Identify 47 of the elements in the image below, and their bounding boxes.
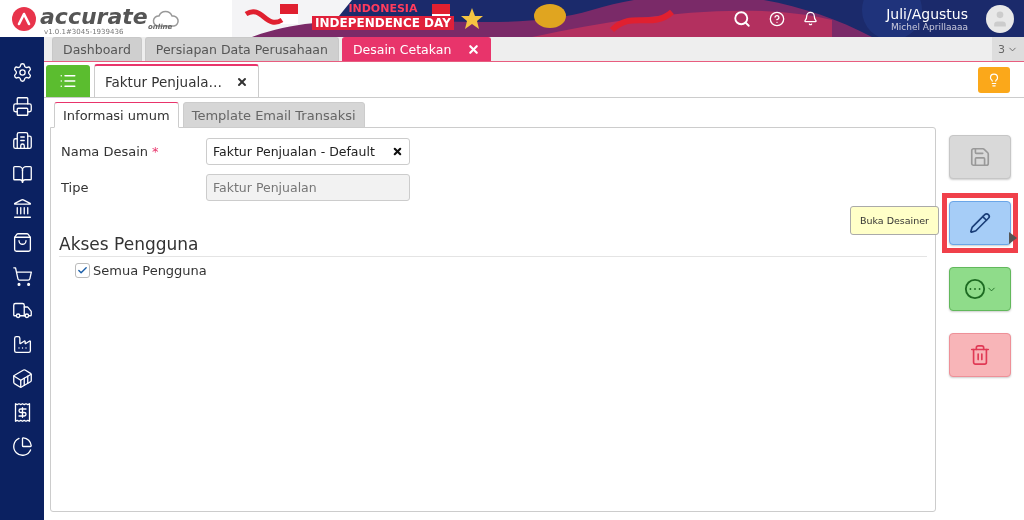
tab-count-button[interactable]: 3 xyxy=(992,37,1024,61)
pencil-icon xyxy=(969,212,991,234)
banner-title: INDEPENDENCE DAY xyxy=(312,16,454,30)
bag-icon[interactable] xyxy=(11,232,33,253)
more-icon xyxy=(963,278,986,300)
book-icon[interactable] xyxy=(11,164,33,185)
banner-title: INDONESIA xyxy=(347,2,419,16)
period-label[interactable]: Juli/Agustus xyxy=(886,5,968,22)
clear-button[interactable] xyxy=(392,145,403,157)
page-tab[interactable]: Dashboard xyxy=(52,37,142,61)
check-icon xyxy=(77,265,88,276)
form-tab[interactable]: Template Email Transaksi xyxy=(182,102,365,128)
user-name: Michel Aprillaaaa xyxy=(891,21,968,32)
trash-icon xyxy=(969,344,991,366)
page-tab[interactable]: Desain Cetakan xyxy=(341,37,492,61)
printer-icon[interactable] xyxy=(11,96,33,117)
notification-button[interactable] xyxy=(803,11,819,26)
lightbulb-icon xyxy=(987,72,1001,87)
tooltip: Buka Desainer xyxy=(849,206,939,235)
search-button[interactable] xyxy=(733,9,752,28)
container-icon[interactable] xyxy=(11,368,33,389)
close-icon[interactable] xyxy=(235,75,248,88)
cart-icon[interactable] xyxy=(11,266,33,287)
cursor-icon xyxy=(1009,232,1017,244)
delete-button[interactable] xyxy=(949,333,1011,377)
field-label: Nama Desain xyxy=(60,143,149,159)
page-tab[interactable]: Persiapan Data Perusahaan xyxy=(144,37,339,61)
help-button[interactable] xyxy=(769,10,786,27)
factory-icon[interactable] xyxy=(11,334,33,355)
truck-icon[interactable] xyxy=(11,300,33,321)
list-icon xyxy=(59,72,77,90)
field-label: Tipe xyxy=(60,179,89,195)
checkbox-label[interactable]: Semua Pengguna xyxy=(93,263,207,278)
save-icon xyxy=(969,146,991,168)
logo-text: accurate xyxy=(40,6,148,27)
document-tab[interactable]: Faktur Penjuala… xyxy=(94,64,259,97)
more-button[interactable] xyxy=(949,267,1011,311)
form-tab[interactable]: Informasi umum xyxy=(54,102,179,128)
bank-icon[interactable] xyxy=(11,198,33,219)
checkbox[interactable] xyxy=(75,263,90,278)
required-mark: * xyxy=(152,143,159,159)
settings-icon[interactable] xyxy=(11,62,33,83)
logo-icon xyxy=(12,6,36,31)
edit-button[interactable] xyxy=(949,201,1011,245)
building-icon[interactable] xyxy=(11,130,33,151)
pie-chart-icon[interactable] xyxy=(11,436,33,457)
input-field[interactable]: Faktur Penjualan - Default xyxy=(206,137,410,165)
